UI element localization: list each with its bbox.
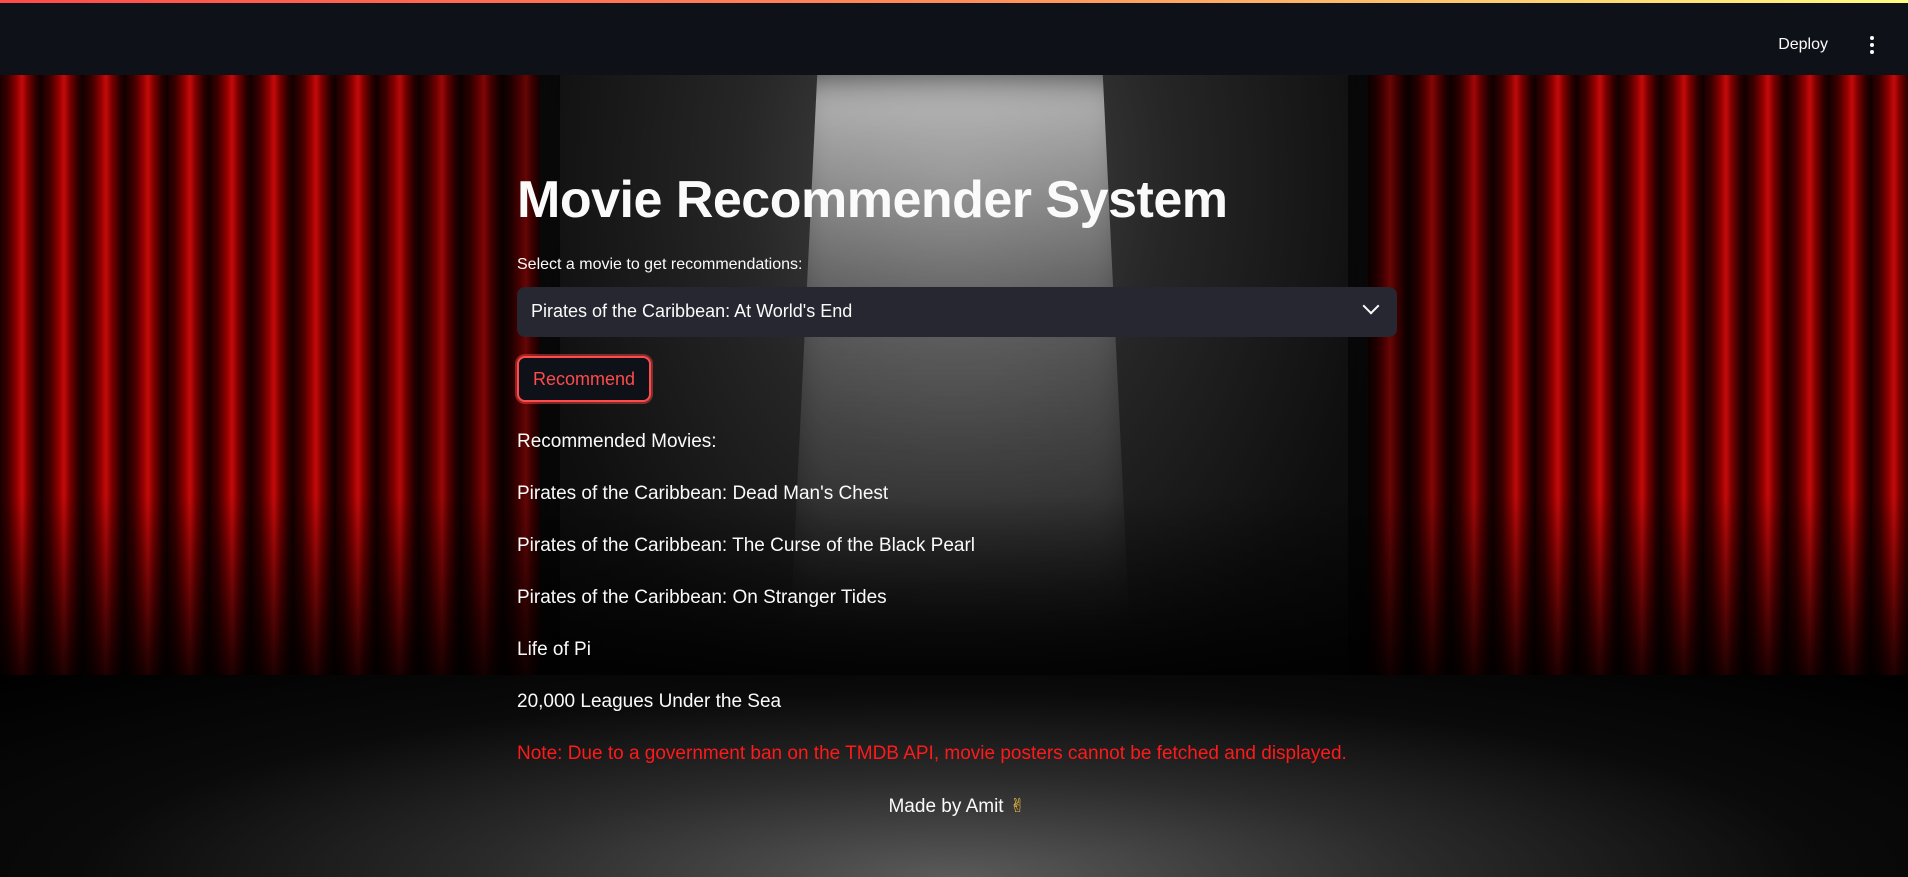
footer-text: Made by Amit [888,796,1004,817]
page-title: Movie Recommender System [517,171,1228,229]
recommendation-item: 20,000 Leagues Under the Sea [517,691,782,712]
recommend-button[interactable]: Recommend [517,356,652,402]
top-decoration-bar [0,0,1908,3]
deploy-button[interactable]: Deploy [1778,31,1828,59]
api-ban-note: Note: Due to a government ban on the TMD… [517,743,1347,764]
recommendation-item: Life of Pi [517,639,591,660]
chevron-down-icon[interactable] [1362,297,1380,315]
movie-select-value: Pirates of the Caribbean: At World's End [531,301,853,321]
stage-floor [0,675,1908,877]
victory-hand-icon: ✌ [1009,796,1026,817]
recommendation-item: Pirates of the Caribbean: On Stranger Ti… [517,587,887,608]
recommendation-item: Pirates of the Caribbean: Dead Man's Che… [517,483,889,504]
movie-select[interactable]: Pirates of the Caribbean: At World's End [517,287,1397,337]
app-header: Deploy [0,0,1908,75]
footer-credit: Made by Amit ✌ [517,795,1397,818]
movie-select-label: Select a movie to get recommendations: [517,256,803,273]
kebab-vertical-icon[interactable] [1864,30,1880,60]
recommendation-item: Pirates of the Caribbean: The Curse of t… [517,535,976,556]
app-window: Deploy Movie Recommender System Select a… [0,0,1908,877]
recommendations-heading: Recommended Movies: [517,431,717,452]
